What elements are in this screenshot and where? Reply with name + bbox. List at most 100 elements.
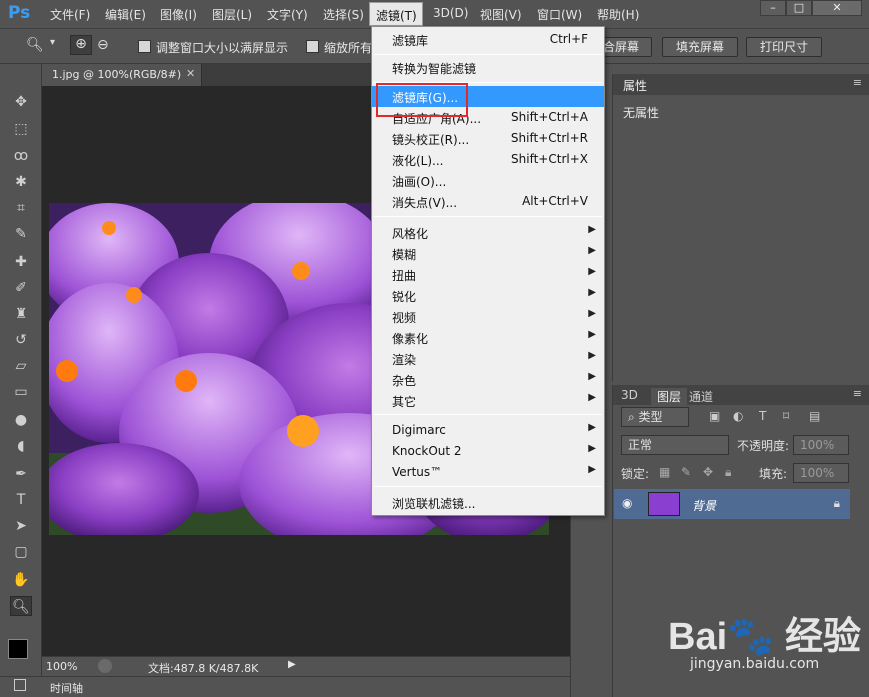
document-tab[interactable]: 1.jpg @ 100%(RGB/8#) ✕ [42, 64, 202, 86]
blend-mode-value: 正常 [628, 438, 653, 452]
pen-tool-icon[interactable]: ✒ [10, 464, 32, 484]
menu-view[interactable]: 视图(V) [480, 6, 522, 23]
panel-menu-icon[interactable]: ≡ [853, 387, 862, 400]
timeline-tab[interactable]: 时间轴 [50, 680, 83, 696]
menu-item-label: 像素化 [392, 332, 429, 346]
menu-item-digimarc[interactable]: Digimarc ▶ [372, 420, 604, 441]
eye-visibility-icon[interactable]: ◉ [622, 496, 632, 510]
lasso-tool-icon[interactable]: ꝏ [10, 146, 32, 166]
brush-tool-icon[interactable]: ✐ [10, 278, 32, 298]
eraser-tool-icon[interactable]: ▱ [10, 356, 32, 376]
menu-item-other[interactable]: 其它 ▶ [372, 390, 604, 411]
menu-separator [374, 414, 602, 415]
dodge-tool-icon[interactable]: ◖ [10, 436, 32, 456]
close-icon[interactable]: ✕ [812, 0, 862, 16]
filter-adjust-icon[interactable]: ◐ [733, 409, 743, 423]
close-tab-icon[interactable]: ✕ [186, 67, 195, 80]
menu-item-oil-paint[interactable]: 油画(O)... [372, 170, 604, 191]
menu-item-label: 镜头校正(R)... [392, 133, 470, 147]
menu-item-distort[interactable]: 扭曲 ▶ [372, 264, 604, 285]
status-arrow-icon[interactable]: ▶ [288, 659, 296, 670]
opacity-input[interactable]: 100% [793, 435, 849, 455]
history-brush-icon[interactable]: ↺ [10, 330, 32, 350]
healing-brush-icon[interactable]: ✚ [10, 252, 32, 272]
resize-windows-checkbox[interactable] [138, 40, 151, 53]
menu-3d[interactable]: 3D(D) [433, 6, 468, 20]
layer-row-background[interactable]: ◉ 背景 🔒︎ [614, 489, 850, 519]
foreground-color-swatch[interactable] [8, 639, 28, 659]
blend-mode-select[interactable]: 正常 [621, 435, 729, 455]
shape-tool-icon[interactable]: ▢ [10, 542, 32, 562]
menu-type[interactable]: 文字(Y) [267, 6, 308, 23]
menu-item-label: 浏览联机滤镜... [392, 497, 476, 511]
chevron-down-icon[interactable]: ▾ [50, 37, 55, 48]
zoom-level[interactable]: 100% [46, 660, 77, 673]
panel-menu-icon[interactable]: ≡ [853, 76, 862, 89]
menu-item-noise[interactable]: 杂色 ▶ [372, 369, 604, 390]
menu-item-liquify[interactable]: 液化(L)... Shift+Ctrl+X [372, 149, 604, 170]
zoom-tool-icon[interactable]: 🔍︎ [10, 596, 32, 616]
menu-image[interactable]: 图像(I) [160, 6, 197, 23]
print-size-button[interactable]: 打印尺寸 [746, 37, 822, 57]
menu-item-label: 转换为智能滤镜 [392, 62, 477, 76]
menu-item-video[interactable]: 视频 ▶ [372, 306, 604, 327]
menu-item-shortcut: Shift+Ctrl+X [511, 152, 588, 166]
blur-tool-icon[interactable]: ● [10, 410, 32, 430]
path-select-icon[interactable]: ➤ [10, 516, 32, 536]
lock-pixels-icon[interactable]: ▦ [659, 465, 670, 479]
zoom-out-icon[interactable]: ⊖ [97, 37, 109, 53]
menu-item-vertus[interactable]: Vertus™ ▶ [372, 462, 604, 483]
eyedropper-tool-icon[interactable]: ✎ [10, 224, 32, 244]
menu-select[interactable]: 选择(S) [323, 6, 364, 23]
zoom-tool-preset-icon[interactable]: 🔍︎ [26, 37, 44, 53]
menu-item-convert-smart[interactable]: 转换为智能滤镜 [372, 57, 604, 78]
submenu-arrow-icon: ▶ [588, 350, 596, 361]
menu-item-knockout[interactable]: KnockOut 2 ▶ [372, 441, 604, 462]
menu-separator [374, 486, 602, 487]
lock-all-icon[interactable]: 🔒︎ [725, 465, 731, 480]
marquee-tool-icon[interactable]: ⬚ [10, 119, 32, 139]
tab-properties[interactable]: 属性 [623, 77, 647, 94]
menu-window[interactable]: 窗口(W) [537, 6, 582, 23]
filter-shape-icon[interactable]: ⌑ [783, 409, 789, 423]
menu-file[interactable]: 文件(F) [50, 6, 90, 23]
submenu-arrow-icon: ▶ [588, 266, 596, 277]
menu-item-stylize[interactable]: 风格化 ▶ [372, 222, 604, 243]
fill-screen-button[interactable]: 填充屏幕 [662, 37, 738, 57]
tab-3d[interactable]: 3D [621, 388, 638, 402]
filter-type-icon[interactable]: T [759, 409, 766, 423]
menu-item-browse-online[interactable]: 浏览联机滤镜... [372, 492, 604, 513]
tab-layers[interactable]: 图层 [651, 388, 688, 405]
menu-help[interactable]: 帮助(H) [597, 6, 639, 23]
menu-item-pixelate[interactable]: 像素化 ▶ [372, 327, 604, 348]
menu-item-last-filter[interactable]: 滤镜库 Ctrl+F [372, 29, 604, 50]
menu-layer[interactable]: 图层(L) [212, 6, 252, 23]
stamp-tool-icon[interactable]: ♜ [10, 304, 32, 324]
maximize-icon[interactable]: □ [786, 0, 812, 16]
filter-smart-icon[interactable]: ▤ [809, 409, 820, 423]
menu-item-blur[interactable]: 模糊 ▶ [372, 243, 604, 264]
menu-item-sharpen[interactable]: 锐化 ▶ [372, 285, 604, 306]
crop-tool-icon[interactable]: ⌗ [10, 198, 32, 218]
tab-channels[interactable]: 通道 [689, 388, 713, 405]
magic-wand-icon[interactable]: ✱ [10, 172, 32, 192]
opacity-label: 不透明度: [737, 439, 790, 453]
menu-item-vanishing-point[interactable]: 消失点(V)... Alt+Ctrl+V [372, 191, 604, 212]
minimize-icon[interactable]: – [760, 0, 786, 16]
fill-input[interactable]: 100% [793, 463, 849, 483]
menu-filter[interactable]: 滤镜(T) [369, 2, 423, 26]
layer-filter-kind[interactable]: ⌕ 类型 [621, 407, 689, 427]
menu-item-render[interactable]: 渲染 ▶ [372, 348, 604, 369]
hand-tool-icon[interactable]: ✋ [10, 570, 32, 590]
menu-item-lens-correction[interactable]: 镜头校正(R)... Shift+Ctrl+R [372, 128, 604, 149]
lock-paint-icon[interactable]: ✎ [681, 465, 691, 479]
lock-move-icon[interactable]: ✥ [703, 465, 713, 479]
zoom-in-icon[interactable]: ⊕ [70, 35, 92, 55]
move-tool-icon[interactable]: ✥ [10, 92, 32, 112]
status-options-icon[interactable] [98, 659, 112, 673]
zoom-all-checkbox[interactable] [306, 40, 319, 53]
filter-pixel-icon[interactable]: ▣ [709, 409, 720, 423]
type-tool-icon[interactable]: T [10, 490, 32, 510]
menu-edit[interactable]: 编辑(E) [105, 6, 146, 23]
gradient-tool-icon[interactable]: ▭ [10, 382, 32, 402]
